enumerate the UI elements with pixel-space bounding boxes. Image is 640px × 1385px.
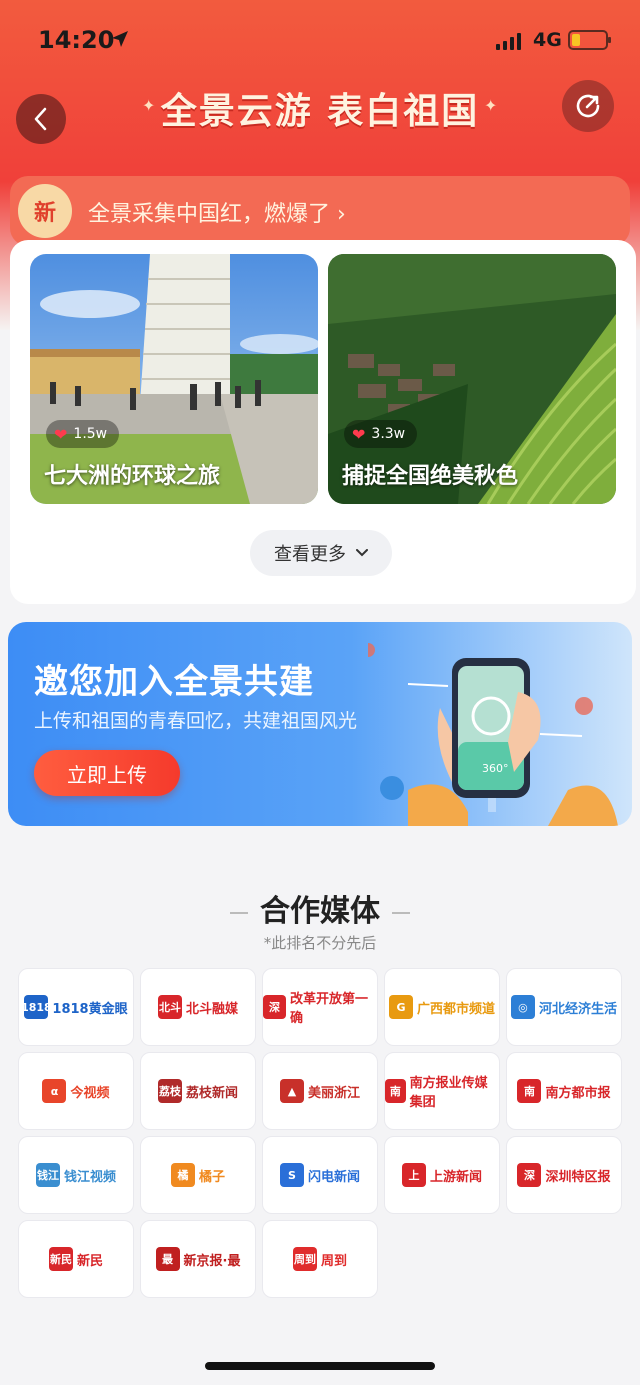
partner-logo-mark: 1818	[21, 995, 52, 1019]
heart-icon: ❤	[54, 424, 68, 444]
partner-logo[interactable]: S 闪电新闻	[262, 1136, 378, 1214]
partner-name: 新民	[76, 1253, 103, 1269]
partner-name: 南方都市报	[545, 1085, 611, 1101]
tour-tile-world[interactable]: ❤ 1.5w 七大洲的环球之旅	[30, 254, 318, 504]
network-type: 4G	[533, 29, 562, 51]
tour-tile-autumn[interactable]: ❤ 3.3w 捕捉全国绝美秋色	[328, 254, 616, 504]
featured-card: ❤ 1.5w 七大洲的环球之旅 ❤ 3.3w 捕捉全国绝美秋色 查看更多	[10, 240, 636, 604]
partner-logo-mark: 北斗	[157, 995, 182, 1019]
tile-caption: 捕捉全国绝美秋色	[342, 464, 519, 489]
partner-name: 闪电新闻	[307, 1169, 360, 1185]
partner-name: 周到	[320, 1253, 347, 1269]
partner-logo-mark: ▲	[279, 1079, 304, 1103]
partner-logo[interactable]: ▲ 美丽浙江	[262, 1052, 378, 1130]
partner-logo-mark: S	[279, 1163, 304, 1187]
partner-logo[interactable]: 1818 1818黄金眼	[18, 968, 134, 1046]
partner-name: 上游新闻	[429, 1169, 482, 1185]
partner-name: 南方报业传媒集团	[409, 1076, 488, 1110]
phone-hand-illustration	[368, 643, 618, 826]
partner-name: 改革开放第一确	[289, 992, 368, 1026]
upload-now-button[interactable]: 立即上传	[34, 750, 180, 796]
signal-icon	[496, 32, 521, 50]
partner-logo[interactable]: 上上游新闻	[384, 1136, 500, 1214]
partner-name: 今视频	[70, 1085, 110, 1101]
partner-logo[interactable]: 北斗 北斗融媒	[140, 968, 256, 1046]
partner-logo[interactable]: 荔枝 荔枝新闻	[140, 1052, 256, 1130]
partner-logo[interactable]: 南南方都市报	[506, 1052, 622, 1130]
new-badge: 新	[18, 184, 72, 238]
partner-logo-mark: 深	[517, 1163, 542, 1187]
heart-icon: ❤	[352, 424, 366, 444]
partner-logo-mark: 钱江	[35, 1163, 60, 1187]
status-time: 14:20	[38, 26, 115, 54]
phone-360-label: 360°	[482, 762, 509, 775]
likes-badge: ❤ 1.5w	[46, 420, 120, 448]
partner-logo[interactable]: 橘橘子	[140, 1136, 256, 1214]
partner-logo-mark: α	[42, 1079, 67, 1103]
status-bar: 14:20 4G	[0, 0, 640, 80]
partner-logo-mark: 南	[517, 1079, 542, 1103]
partner-name: 深圳特区报	[545, 1169, 611, 1185]
partner-logo-mark: 深	[263, 995, 286, 1019]
likes-count: 3.3w	[371, 426, 406, 442]
battery-icon	[568, 30, 611, 50]
partner-name: 钱江视频	[63, 1169, 116, 1185]
partner-logo-mark: 周到	[292, 1247, 317, 1271]
partner-name: 美丽浙江	[307, 1085, 360, 1101]
partner-name: 北斗融媒	[185, 1001, 238, 1017]
banner-subtitle: 上传和祖国的青春回忆，共建祖国风光	[34, 710, 358, 732]
partner-logo-mark: 南	[385, 1079, 406, 1103]
partner-logo[interactable]: 深深圳特区报	[506, 1136, 622, 1214]
partner-logo[interactable]: G 广西都市频道	[384, 968, 500, 1046]
partners-title: 合作媒体	[0, 886, 640, 930]
partner-name: 广西都市频道	[416, 1001, 495, 1017]
partner-logo-mark: 橘	[170, 1163, 195, 1187]
location-arrow-icon	[112, 31, 128, 47]
banner-title: 邀您加入全景共建	[34, 662, 314, 702]
partner-name: 河北经济生活	[538, 1001, 617, 1017]
partner-logo[interactable]: 钱江 钱江视频	[18, 1136, 134, 1214]
chevron-down-icon	[356, 549, 368, 557]
tile-caption: 七大洲的环球之旅	[44, 464, 221, 489]
partner-name: 橘子	[198, 1169, 225, 1185]
partner-logo-mark: 上	[401, 1163, 426, 1187]
partner-logo-mark: ◎	[510, 995, 535, 1019]
partners-note: *此排名不分先后	[263, 934, 377, 952]
partner-logo[interactable]: 南南方报业传媒集团	[384, 1052, 500, 1130]
partners-title-text: 合作媒体	[260, 894, 380, 929]
partner-logo-mark: 新民	[48, 1247, 73, 1271]
partner-logo[interactable]: ◎ 河北经济生活	[506, 968, 622, 1046]
likes-badge: ❤ 3.3w	[344, 420, 418, 448]
partner-logo[interactable]: 深改革开放第一确	[262, 968, 378, 1046]
partner-logo-mark: 荔枝	[157, 1079, 182, 1103]
likes-count: 1.5w	[73, 426, 108, 442]
home-indicator[interactable]	[205, 1362, 435, 1370]
view-more-button[interactable]: 查看更多	[250, 530, 392, 576]
share-icon	[576, 94, 600, 118]
page-title: 全景云游 表白祖国	[160, 91, 480, 132]
share-button[interactable]	[562, 80, 614, 132]
title-divider	[230, 911, 248, 914]
notice-bar[interactable]: 新 全景采集中国红，燃爆了 ›	[10, 176, 630, 246]
upload-banner[interactable]: 邀您加入全景共建 上传和祖国的青春回忆，共建祖国风光 立即上传 360°	[8, 622, 632, 826]
title-divider	[392, 911, 410, 914]
sparkle-icon: ✦	[484, 96, 498, 115]
partner-logo-mark: 最	[155, 1247, 180, 1271]
chevron-left-icon	[34, 107, 47, 131]
partner-name: 荔枝新闻	[185, 1085, 238, 1101]
partner-logo-mark: G	[388, 995, 413, 1019]
partner-name: 新京报·最	[183, 1253, 241, 1269]
partner-logo[interactable]: 最新京报·最	[140, 1220, 256, 1298]
battery-level	[572, 34, 580, 46]
view-more-label: 查看更多	[274, 544, 346, 565]
partner-logo[interactable]: 周到 周到	[262, 1220, 378, 1298]
notice-text: 全景采集中国红，燃爆了 ›	[88, 202, 346, 227]
back-button[interactable]	[16, 94, 66, 144]
partner-grid: 1818 1818黄金眼 北斗 北斗融媒深改革开放第一确 G 广西都市频道 ◎ 河北经济生活 α…	[18, 968, 624, 1298]
partner-logo[interactable]: α 今视频	[18, 1052, 134, 1130]
partner-logo[interactable]: 新民 新民	[18, 1220, 134, 1298]
partner-name: 1818黄金眼	[52, 1001, 128, 1017]
